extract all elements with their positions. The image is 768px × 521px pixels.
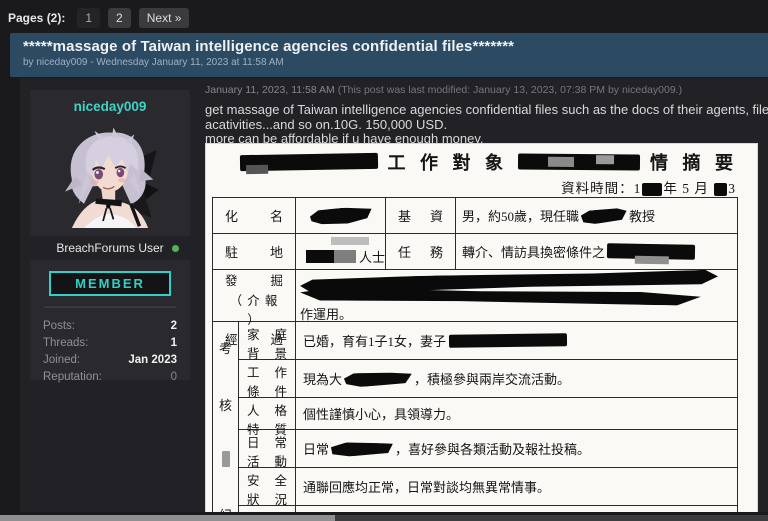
thread-title: *****massage of Taiwan intelligence agen…: [23, 38, 757, 55]
doc-row-alias: 化名 基資 男，約50歲，現任職教授: [213, 198, 737, 234]
redaction-box: [222, 451, 230, 467]
post-meta: January 11, 2023, 11:58 AM (This post wa…: [197, 78, 768, 96]
stat-reputation: Reputation: 0: [43, 369, 177, 386]
next-page-button[interactable]: Next »: [139, 8, 190, 28]
redaction-box: [331, 237, 369, 245]
doc-row-location: 駐地 人士 任務 轉介、情訪具換密條件之: [213, 234, 737, 270]
post-modified-note: (This post was last modified: January 13…: [338, 84, 682, 96]
page-link-2[interactable]: 2: [108, 8, 131, 28]
redaction-box: [714, 183, 727, 196]
stat-joined: Joined: Jan 2023: [43, 352, 177, 369]
doc-row-daily: 日常活動 日常，喜好參與各類活動及報社投稿。: [239, 430, 737, 468]
doc-date-row: 資料時間：1年 5 月 3: [212, 177, 738, 197]
stat-posts: Posts: 2: [43, 318, 177, 335]
user-stats: Posts: 2 Threads: 1 Joined: Jan 2023 Rep…: [30, 316, 190, 388]
redaction-box: [607, 243, 695, 260]
redaction-box: [306, 250, 334, 263]
redaction-box: [518, 153, 640, 170]
pagination: Pages (2): 1 2 Next »: [8, 8, 189, 28]
anime-avatar-image: [58, 122, 162, 230]
doc-row-process: 發掘 （ 介 報 ） 經過 作運用。: [213, 270, 737, 322]
redaction-box: [334, 250, 356, 263]
doc-row-political: 政治傾向 偏向臺獨意識，然表現並不明顯。: [239, 506, 737, 512]
doc-title-row: 工 作 對 象 情 摘 要: [212, 147, 738, 177]
horizontal-scrollbar[interactable]: [0, 515, 768, 521]
doc-title-text-2: 情 摘 要: [650, 149, 738, 175]
post-text-line-1: get massage of Taiwan intelligence agenc…: [205, 103, 768, 118]
thread-header: *****massage of Taiwan intelligence agen…: [10, 33, 768, 77]
redaction-scribble: [344, 370, 413, 388]
doc-section-vertical-label: 考 核 紀: [213, 322, 239, 512]
thread-byline: by niceday009 - Wednesday January 11, 20…: [23, 57, 757, 68]
post-body: get massage of Taiwan intelligence agenc…: [197, 96, 768, 147]
scrollbar-thumb[interactable]: [0, 515, 335, 521]
user-group-label: BreachForums User: [56, 241, 163, 255]
post-container: niceday009: [20, 78, 768, 512]
user-avatar[interactable]: [58, 122, 162, 230]
doc-title-text: 工 作 對 象: [388, 149, 509, 175]
post-text-line-2: acativities...and so on.10G. 150,000 USD…: [205, 118, 768, 133]
redaction-scribble: [580, 206, 627, 225]
redaction-scribble: [331, 440, 393, 456]
attached-document-image[interactable]: 工 作 對 象 情 摘 要 資料時間：1年 5 月 3 化名 基資 男，約50歲…: [205, 143, 758, 512]
doc-row-personality: 人格特質 個性謹慎小心，具領導力。: [239, 398, 737, 430]
username-link[interactable]: niceday009: [30, 90, 190, 114]
post-timestamp: January 11, 2023, 11:58 AM: [205, 84, 335, 96]
doc-assessment-section: 考 核 紀 家庭背景 已婚，育有1子1女，妻子 工作條件: [213, 322, 737, 512]
member-badge: MEMBER: [49, 271, 171, 296]
pages-label: Pages (2):: [8, 11, 65, 25]
user-group-bar: BreachForums User: [30, 236, 190, 260]
forum-thread-page: Pages (2): 1 2 Next » *****massage of Ta…: [0, 0, 768, 521]
redaction-box: [240, 153, 378, 171]
redaction-box: [642, 183, 662, 196]
redaction-scribble: [309, 205, 372, 225]
doc-row-work: 工作條件 現為大，積極參與兩岸交流活動。: [239, 360, 737, 398]
stat-threads: Threads: 1: [43, 335, 177, 352]
page-link-1[interactable]: 1: [77, 8, 100, 28]
author-panel: niceday009: [30, 90, 190, 380]
member-badge-wrap: MEMBER: [30, 271, 190, 296]
doc-table: 化名 基資 男，約50歲，現任職教授 駐地 人士 任務 轉介、情訪具換密條件之: [212, 197, 738, 512]
doc-row-security: 安全狀況 通聯回應均正常，日常對談均無異常情事。: [239, 468, 737, 506]
post-content: January 11, 2023, 11:58 AM (This post wa…: [197, 78, 768, 512]
divider: [44, 306, 176, 308]
redaction-scribble: [300, 287, 701, 306]
redaction-box: [449, 333, 567, 348]
online-status-dot: [172, 245, 179, 252]
